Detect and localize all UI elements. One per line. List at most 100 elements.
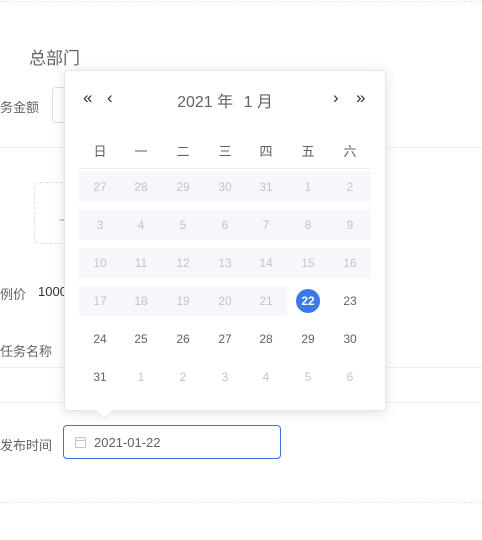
- date-cell-label: 11: [134, 256, 148, 270]
- date-cell-label: 5: [304, 370, 312, 384]
- date-row: 10 11 12 13 14 15 16: [79, 248, 371, 278]
- date-cell-label: 15: [301, 256, 315, 270]
- date-cell-label: 4: [137, 218, 145, 232]
- date-cell[interactable]: 26: [162, 324, 204, 354]
- date-row: 3 4 5 6 7 8 9: [79, 210, 371, 240]
- date-row: 27 28 29 30 31 1 2: [79, 172, 371, 202]
- date-cell[interactable]: 3: [204, 362, 246, 392]
- month-label[interactable]: 1 月: [244, 94, 273, 111]
- date-cell: 18: [120, 286, 162, 316]
- date-cell: 1: [287, 172, 329, 202]
- date-cell[interactable]: 27: [204, 324, 246, 354]
- date-cell[interactable]: 25: [120, 324, 162, 354]
- weekday-fri: 五: [301, 144, 315, 159]
- date-cell-label: 2: [179, 370, 187, 384]
- date-cell-selected[interactable]: 22: [287, 286, 329, 316]
- date-cell-label: 29: [176, 180, 190, 194]
- date-cell: 21: [245, 286, 287, 316]
- date-row: 31 1 2 3 4 5 6: [79, 362, 371, 392]
- date-cell-label: 7: [262, 218, 270, 232]
- date-row: 17 18 19 20 21 22 23: [79, 286, 371, 316]
- date-cell-label: 18: [134, 294, 148, 308]
- date-cell: 17: [79, 286, 121, 316]
- date-cell-label: 17: [93, 294, 107, 308]
- date-cell-label: 25: [134, 332, 148, 346]
- weekday-tue: 二: [176, 144, 190, 159]
- date-cell-label: 1: [137, 370, 145, 384]
- date-cell-label: 27: [93, 180, 107, 194]
- date-cell: 2: [329, 172, 371, 202]
- date-cell: 8: [287, 210, 329, 240]
- weekday-sat: 六: [343, 144, 357, 159]
- weekday-sun: 日: [93, 144, 107, 159]
- date-cell-label: 6: [346, 370, 354, 384]
- date-cell-label: 4: [262, 370, 270, 384]
- date-cell: 28: [120, 172, 162, 202]
- date-cell-label: 16: [343, 256, 357, 270]
- date-cell-label: 3: [96, 218, 104, 232]
- date-cell-label: 27: [218, 332, 232, 346]
- weekday-wed: 三: [218, 144, 232, 159]
- next-month-button[interactable]: ›: [333, 89, 339, 107]
- date-cell: 3: [79, 210, 121, 240]
- date-cell-label: 31: [93, 370, 107, 384]
- date-cell[interactable]: 29: [287, 324, 329, 354]
- department-title: 总部门: [29, 49, 80, 68]
- date-cell: 13: [204, 248, 246, 278]
- date-cell: 31: [245, 172, 287, 202]
- date-cell-label: 19: [176, 294, 190, 308]
- date-cell: 9: [329, 210, 371, 240]
- publish-time-input[interactable]: [94, 426, 274, 458]
- date-cell[interactable]: 6: [329, 362, 371, 392]
- date-cell-label: 2: [346, 180, 354, 194]
- date-cell: 29: [162, 172, 204, 202]
- date-cell-label: 5: [179, 218, 187, 232]
- date-cell: 15: [287, 248, 329, 278]
- date-cell: 5: [162, 210, 204, 240]
- date-cell-label: 31: [259, 180, 273, 194]
- date-cell-label: 23: [343, 294, 357, 308]
- date-cell-label: 29: [301, 332, 315, 346]
- ratio-label: 例价: [0, 287, 27, 302]
- date-cell-label: 21: [259, 294, 273, 308]
- date-cell-label: 24: [93, 332, 107, 346]
- bottom-divider: [0, 502, 482, 503]
- date-cell-label: 1: [304, 180, 312, 194]
- date-row: 24 25 26 27 28 29 30: [79, 324, 371, 354]
- publish-time-date-input[interactable]: [63, 425, 281, 459]
- date-cell: 4: [120, 210, 162, 240]
- top-divider: [0, 1, 482, 2]
- date-cell-label: 22: [296, 289, 320, 313]
- next-year-button[interactable]: »: [356, 89, 365, 107]
- date-picker-panel: « ‹ 2021 年 1 月 › » 日 一 二 三 四 五 六 27 28 29 3…: [64, 70, 386, 411]
- date-cell[interactable]: 1: [120, 362, 162, 392]
- date-cell[interactable]: 5: [287, 362, 329, 392]
- task-name-label: 任务名称: [0, 344, 53, 359]
- date-cell: 7: [245, 210, 287, 240]
- date-cell[interactable]: 24: [79, 324, 121, 354]
- date-cell-label: 8: [304, 218, 312, 232]
- date-cell[interactable]: 28: [245, 324, 287, 354]
- year-label[interactable]: 2021 年: [177, 94, 233, 111]
- date-cell: 12: [162, 248, 204, 278]
- date-cell: 10: [79, 248, 121, 278]
- date-cell: 19: [162, 286, 204, 316]
- date-cell: 16: [329, 248, 371, 278]
- date-cell-label: 10: [93, 256, 107, 270]
- weekday-mon: 一: [134, 144, 148, 159]
- publish-time-label: 发布时间: [0, 438, 53, 453]
- date-cell-label: 28: [259, 332, 273, 346]
- weekday-divider: [79, 168, 371, 169]
- date-cell[interactable]: 23: [329, 286, 371, 316]
- date-cell: 27: [79, 172, 121, 202]
- date-cell[interactable]: 2: [162, 362, 204, 392]
- amount-label: 务金额: [0, 100, 40, 115]
- date-cell-label: 30: [218, 180, 232, 194]
- date-cell-label: 28: [134, 180, 148, 194]
- date-cell: 20: [204, 286, 246, 316]
- date-cell[interactable]: 30: [329, 324, 371, 354]
- date-cell[interactable]: 31: [79, 362, 121, 392]
- date-cell-label: 13: [218, 256, 232, 270]
- date-cell[interactable]: 4: [245, 362, 287, 392]
- date-cell: 30: [204, 172, 246, 202]
